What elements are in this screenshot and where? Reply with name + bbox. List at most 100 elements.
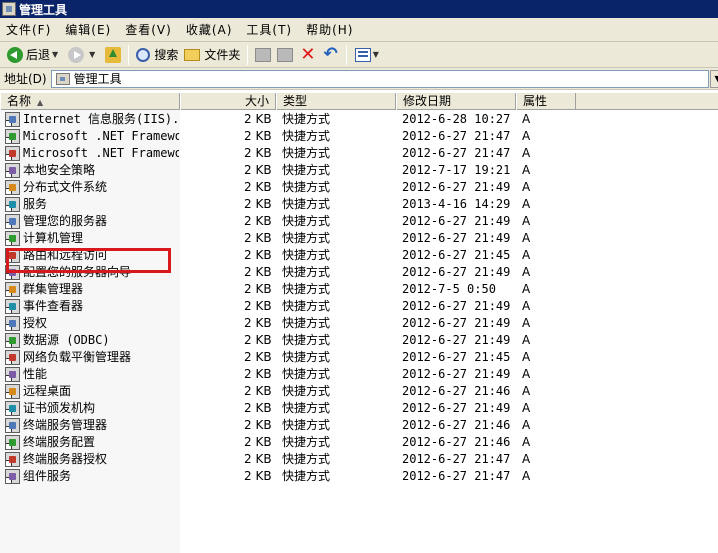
toolbar-separator	[345, 44, 347, 65]
address-field[interactable]: 管理工具 ▼	[50, 69, 718, 88]
views-dropdown-icon[interactable]: ▼	[373, 50, 379, 59]
file-attributes: A	[522, 435, 531, 449]
address-dropdown-icon[interactable]: ▼	[709, 69, 718, 88]
file-size: 2 KB	[244, 384, 272, 398]
file-row[interactable]: 组件服务 2 KB 快捷方式 2012-6-27 21:47 A	[0, 468, 718, 485]
file-size: 2 KB	[244, 282, 272, 296]
file-attributes: A	[522, 231, 531, 245]
file-modified: 2013-4-16 14:29	[402, 197, 511, 211]
menu-edit[interactable]: 编辑(E)	[65, 21, 111, 38]
shortcut-icon	[5, 163, 20, 178]
views-icon[interactable]	[354, 47, 371, 62]
back-button[interactable]: 后退 ▼	[4, 44, 65, 66]
column-header-size[interactable]: 大小	[180, 93, 276, 110]
address-bar: 地址(D) 管理工具 ▼	[0, 68, 718, 90]
folders-button[interactable]: 文件夹	[181, 44, 243, 66]
file-name: 远程桌面	[23, 384, 72, 398]
file-row[interactable]: Microsoft .NET Framewor... 2 KB 快捷方式 2012-6…	[0, 128, 718, 145]
file-name: 管理您的服务器	[23, 214, 108, 228]
file-size: 2 KB	[244, 418, 272, 432]
shortcut-icon	[5, 231, 20, 246]
file-modified: 2012-6-27 21:46	[402, 435, 511, 449]
menu-favorites[interactable]: 收藏(A)	[186, 21, 233, 38]
shortcut-icon	[5, 435, 20, 450]
file-row[interactable]: 网络负载平衡管理器 2 KB 快捷方式 2012-6-27 21:45 A	[0, 349, 718, 366]
column-header-name[interactable]: 名称 ▲	[0, 93, 180, 110]
file-row[interactable]: 服务 2 KB 快捷方式 2013-4-16 14:29 A	[0, 196, 718, 213]
menu-tools[interactable]: 工具(T)	[246, 21, 292, 38]
file-name: 终端服务器授权	[23, 452, 108, 466]
forward-button[interactable]: ▼	[65, 44, 102, 66]
shortcut-icon	[5, 316, 20, 331]
shortcut-icon	[5, 146, 20, 161]
forward-dropdown-icon[interactable]: ▼	[89, 50, 95, 59]
undo-icon[interactable]: ↶	[323, 46, 337, 63]
file-size: 2 KB	[244, 333, 272, 347]
file-row[interactable]: 终端服务器授权 2 KB 快捷方式 2012-6-27 21:47 A	[0, 451, 718, 468]
file-size: 2 KB	[244, 180, 272, 194]
menu-help[interactable]: 帮助(H)	[306, 21, 353, 38]
file-size: 2 KB	[244, 163, 272, 177]
file-name: Microsoft .NET Framewor...	[23, 146, 179, 160]
file-row[interactable]: 终端服务管理器 2 KB 快捷方式 2012-6-27 21:46 A	[0, 417, 718, 434]
file-attributes: A	[522, 401, 531, 415]
file-size: 2 KB	[244, 435, 272, 449]
move-to-icon[interactable]	[255, 47, 272, 62]
file-attributes: A	[522, 367, 531, 381]
file-modified: 2012-6-27 21:46	[402, 418, 511, 432]
file-type: 快捷方式	[282, 265, 331, 279]
search-button[interactable]: 搜索	[133, 44, 181, 66]
file-modified: 2012-6-27 21:47	[402, 452, 511, 466]
toolbar-separator	[247, 44, 249, 65]
up-folder-button[interactable]	[102, 44, 124, 66]
file-row[interactable]: 数据源 (ODBC) 2 KB 快捷方式 2012-6-27 21:49 A	[0, 332, 718, 349]
file-name: 终端服务配置	[23, 435, 96, 449]
file-row[interactable]: Microsoft .NET Framewor... 2 KB 快捷方式 2012-6…	[0, 145, 718, 162]
file-modified: 2012-6-27 21:49	[402, 231, 511, 245]
file-modified: 2012-7-5 0:50	[402, 282, 496, 296]
title-bar: 管理工具	[0, 0, 718, 18]
column-header-attributes[interactable]: 属性	[516, 93, 576, 110]
file-row[interactable]: 管理您的服务器 2 KB 快捷方式 2012-6-27 21:49 A	[0, 213, 718, 230]
file-row[interactable]: 终端服务配置 2 KB 快捷方式 2012-6-27 21:46 A	[0, 434, 718, 451]
file-row[interactable]: 本地安全策略 2 KB 快捷方式 2012-7-17 19:21 A	[0, 162, 718, 179]
file-modified: 2012-6-27 21:47	[402, 469, 511, 483]
file-row[interactable]: 事件查看器 2 KB 快捷方式 2012-6-27 21:49 A	[0, 298, 718, 315]
file-type: 快捷方式	[282, 435, 331, 449]
file-row[interactable]: 性能 2 KB 快捷方式 2012-6-27 21:49 A	[0, 366, 718, 383]
file-row[interactable]: 分布式文件系统 2 KB 快捷方式 2012-6-27 21:49 A	[0, 179, 718, 196]
menu-file[interactable]: 文件(F)	[6, 21, 51, 38]
column-header-type[interactable]: 类型	[276, 93, 396, 110]
file-name: 服务	[23, 197, 48, 211]
file-row[interactable]: 远程桌面 2 KB 快捷方式 2012-6-27 21:46 A	[0, 383, 718, 400]
file-name: 群集管理器	[23, 282, 84, 296]
file-row[interactable]: Internet 信息服务(IIS)... 2 KB 快捷方式 2012-6-28 1…	[0, 111, 718, 128]
back-label: 后退	[26, 48, 51, 62]
file-size: 2 KB	[244, 214, 272, 228]
menu-view[interactable]: 查看(V)	[125, 21, 172, 38]
toolbar: 后退 ▼ ▼ 搜索 文件夹 ✕ ↶ ▼	[0, 42, 718, 68]
file-name: 本地安全策略	[23, 163, 96, 177]
search-label: 搜索	[154, 48, 179, 62]
back-dropdown-icon[interactable]: ▼	[52, 50, 58, 59]
file-type: 快捷方式	[282, 452, 331, 466]
file-attributes: A	[522, 299, 531, 313]
file-size: 2 KB	[244, 452, 272, 466]
copy-to-icon[interactable]	[277, 47, 294, 62]
file-type: 快捷方式	[282, 350, 331, 364]
file-name: Internet 信息服务(IIS)...	[23, 112, 179, 126]
list-header: 名称 ▲ 大小 类型 修改日期 属性	[0, 93, 718, 110]
delete-icon[interactable]: ✕	[300, 45, 315, 64]
file-row[interactable]: 计算机管理 2 KB 快捷方式 2012-6-27 21:49 A	[0, 230, 718, 247]
menu-bar: 文件(F) 编辑(E) 查看(V) 收藏(A) 工具(T) 帮助(H)	[0, 18, 718, 42]
column-header-modified[interactable]: 修改日期	[396, 93, 516, 110]
file-modified: 2012-6-27 21:49	[402, 299, 511, 313]
file-attributes: A	[522, 316, 531, 330]
file-size: 2 KB	[244, 469, 272, 483]
file-row[interactable]: 群集管理器 2 KB 快捷方式 2012-7-5 0:50 A	[0, 281, 718, 298]
file-row[interactable]: 证书颁发机构 2 KB 快捷方式 2012-6-27 21:49 A	[0, 400, 718, 417]
file-name: 计算机管理	[23, 231, 84, 245]
file-type: 快捷方式	[282, 367, 331, 381]
file-row[interactable]: 授权 2 KB 快捷方式 2012-6-27 21:49 A	[0, 315, 718, 332]
file-size: 2 KB	[244, 350, 272, 364]
